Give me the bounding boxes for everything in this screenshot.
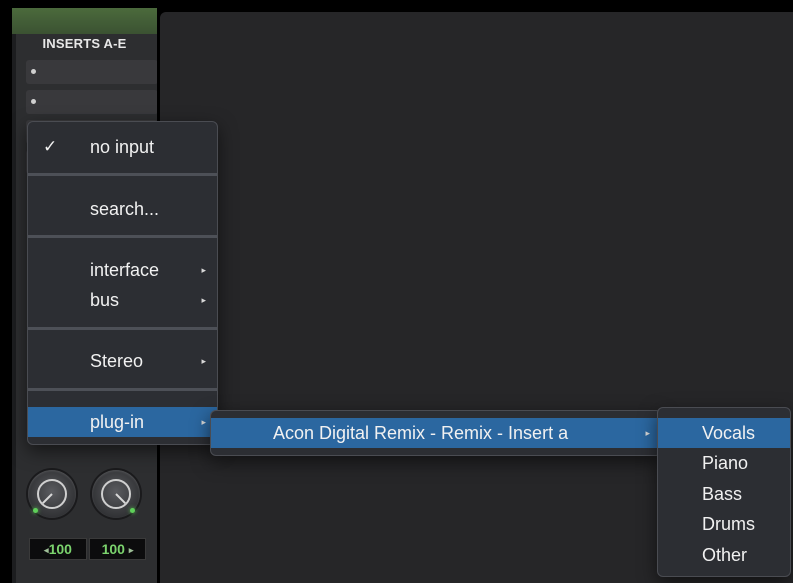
- menu-item-other[interactable]: Other: [658, 540, 790, 570]
- strip-color-bar: [12, 8, 157, 34]
- menu-separator: [28, 388, 217, 391]
- pan-left-value: 100: [48, 541, 72, 557]
- menu-item-label: Acon Digital Remix - Remix - Insert a: [273, 423, 569, 443]
- menu-item-plug-in[interactable]: plug-in ▸: [28, 407, 217, 437]
- pan-left-arrow-icon: ◂: [44, 545, 49, 555]
- plugin-submenu: Acon Digital Remix - Remix - Insert a ▸: [210, 410, 662, 456]
- menu-separator: [28, 235, 217, 238]
- menu-separator: [28, 327, 217, 330]
- input-popup-menu: ✓ no input search... interface ▸ bus ▸ S…: [27, 121, 218, 445]
- menu-item-label: no input: [90, 137, 155, 157]
- submenu-arrow-icon: ▸: [201, 265, 206, 275]
- strip-edge: [12, 34, 16, 583]
- menu-item-no-input[interactable]: ✓ no input: [28, 132, 217, 162]
- submenu-arrow-icon: ▸: [645, 428, 650, 438]
- menu-item-interface[interactable]: interface ▸: [28, 255, 217, 285]
- menu-item-label: plug-in: [90, 412, 145, 432]
- menu-item-acon-remix[interactable]: Acon Digital Remix - Remix - Insert a ▸: [211, 418, 661, 448]
- menu-item-bass[interactable]: Bass: [658, 479, 790, 509]
- knob-led-icon: [130, 508, 135, 513]
- menu-item-piano[interactable]: Piano: [658, 448, 790, 478]
- pan-knob-right[interactable]: [92, 470, 140, 518]
- slot-dot-icon: [31, 69, 36, 74]
- menu-item-search[interactable]: search...: [28, 194, 217, 224]
- pan-right-arrow-icon: ▸: [128, 545, 134, 555]
- pan-left-display[interactable]: ◂100: [29, 538, 87, 560]
- pan-right-display[interactable]: 100 ▸: [89, 538, 146, 560]
- inserts-header: INSERTS A-E: [42, 36, 127, 51]
- menu-item-drums[interactable]: Drums: [658, 509, 790, 539]
- pan-right-value: 100: [101, 541, 125, 557]
- pan-knob-left[interactable]: [28, 470, 76, 518]
- menu-item-bus[interactable]: bus ▸: [28, 285, 217, 315]
- menu-item-label: interface: [90, 260, 160, 280]
- menu-item-label: bus: [90, 290, 120, 310]
- checkmark-icon: ✓: [43, 137, 58, 156]
- submenu-arrow-icon: ▸: [201, 356, 206, 366]
- menu-item-stereo[interactable]: Stereo ▸: [28, 346, 217, 376]
- knob-led-icon: [33, 508, 38, 513]
- submenu-arrow-icon: ▸: [201, 295, 206, 305]
- stems-submenu: Vocals Piano Bass Drums Other: [657, 407, 791, 577]
- insert-slot-b[interactable]: [26, 90, 157, 114]
- menu-item-label: search...: [90, 199, 160, 219]
- menu-item-label: Stereo: [90, 351, 144, 371]
- menu-item-vocals[interactable]: Vocals: [658, 418, 790, 448]
- submenu-arrow-icon: ▸: [201, 417, 206, 427]
- menu-separator: [28, 173, 217, 176]
- insert-slot-a[interactable]: [26, 60, 157, 84]
- slot-dot-icon: [31, 99, 36, 104]
